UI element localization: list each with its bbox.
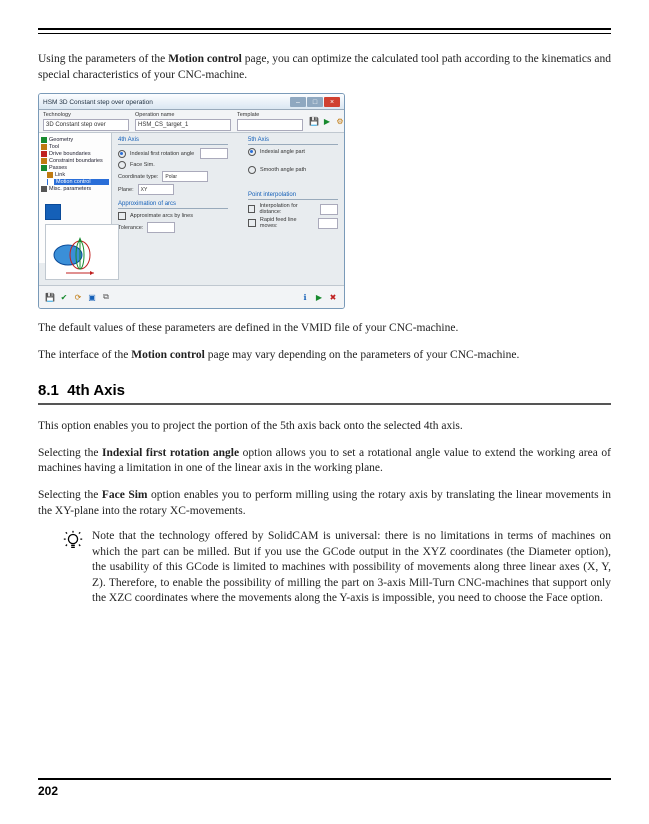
paragraph: The default values of these parameters a…	[38, 321, 611, 337]
top-rule	[38, 28, 611, 34]
label: Technology	[43, 112, 129, 118]
dialog-titlebar: HSM 3D Constant step over operation – □ …	[39, 94, 344, 110]
panel-5th-axis: 5th Axis	[248, 137, 338, 145]
tree-item-motion-control[interactable]: Motion control	[47, 179, 109, 185]
preview-pane	[45, 224, 119, 280]
check-interp-dist[interactable]	[248, 205, 255, 213]
minimize-icon[interactable]: –	[290, 97, 306, 107]
window-buttons: – □ ×	[290, 97, 340, 107]
info-icon[interactable]: ℹ	[300, 292, 310, 302]
text-bold: Face Sim	[102, 489, 148, 501]
lightbulb-icon	[62, 529, 84, 551]
gear-icon[interactable]: ⚙	[335, 116, 345, 126]
text: Selecting the	[38, 447, 102, 459]
maximize-icon[interactable]: □	[307, 97, 323, 107]
paragraph: Selecting the Indexial first rotation an…	[38, 446, 611, 477]
close-icon[interactable]: ×	[324, 97, 340, 107]
save-icon[interactable]: 💾	[45, 292, 55, 302]
tree-item-misc-params[interactable]: Misc. parameters	[41, 186, 109, 192]
text: The interface of the	[38, 349, 131, 361]
angle-input[interactable]	[200, 148, 228, 159]
note-block: Note that the technology offered by Soli…	[62, 529, 611, 607]
panel-4th-axis: 4th Axis	[118, 137, 228, 145]
tree-item-passes[interactable]: Passes	[41, 165, 109, 171]
preview-thumb-icon[interactable]	[45, 204, 61, 220]
cancel-icon[interactable]: ✖	[328, 292, 338, 302]
tree-item-link[interactable]: Link	[47, 172, 109, 178]
play-icon[interactable]: ▶	[322, 116, 332, 126]
coord-combo[interactable]: Polar	[162, 171, 208, 182]
text-bold: Indexial first rotation angle	[102, 447, 239, 459]
text: Selecting the	[38, 489, 102, 501]
text: page may vary depending on the parameter…	[205, 349, 520, 361]
panel-approx: Approximation of arcs	[118, 201, 228, 209]
page-number: 202	[38, 784, 58, 798]
intro-paragraph: Using the parameters of the Motion contr…	[38, 52, 611, 83]
note-text: Note that the technology offered by Soli…	[92, 529, 611, 607]
check-approx[interactable]	[118, 212, 126, 220]
tolerance-input[interactable]	[147, 222, 175, 233]
label: Template	[237, 112, 303, 118]
copy-icon[interactable]: ⧉	[101, 292, 111, 302]
plane-combo[interactable]: XY	[138, 184, 174, 195]
template-combo[interactable]	[237, 119, 303, 131]
radio-5-indexial[interactable]	[248, 148, 256, 156]
rapid-feed-input[interactable]	[318, 218, 338, 229]
operation-name-combo[interactable]: HSM_CS_target_1	[135, 119, 231, 131]
technology-combo[interactable]: 3D Constant step over	[43, 119, 129, 131]
heading-rule	[38, 403, 611, 405]
radio-indexial[interactable]	[118, 150, 126, 158]
settings-panel: 4th Axis Indexial first rotation angle F…	[112, 133, 344, 263]
footer-rule	[38, 778, 611, 780]
section-title: 4th Axis	[67, 382, 125, 399]
tree-item-tool[interactable]: Tool	[41, 144, 109, 150]
interp-dist-input[interactable]	[320, 204, 338, 215]
save-icon[interactable]: 💾	[309, 116, 319, 126]
paragraph: The interface of the Motion control page…	[38, 348, 611, 364]
apply-icon[interactable]: ⟳	[73, 292, 83, 302]
label: Operation name	[135, 112, 231, 118]
section-heading: 8.1 4th Axis	[38, 382, 611, 399]
radio-5-smooth[interactable]	[248, 166, 256, 174]
section-number: 8.1	[38, 382, 59, 399]
dialog-title-text: HSM 3D Constant step over operation	[43, 99, 153, 106]
paragraph: Selecting the Face Sim option enables yo…	[38, 488, 611, 519]
text-bold: Motion control	[131, 349, 205, 361]
paragraph: This option enables you to project the p…	[38, 419, 611, 435]
text: Using the parameters of the	[38, 53, 168, 65]
radio-facesim[interactable]	[118, 161, 126, 169]
tree-item-drive-boundaries[interactable]: Drive boundaries	[41, 151, 109, 157]
document-page: Using the parameters of the Motion contr…	[0, 0, 649, 824]
run-icon[interactable]: ▶	[314, 292, 324, 302]
dialog-footer: 💾 ✔ ⟳ ▣ ⧉ ℹ ▶ ✖	[39, 285, 344, 308]
ok-icon[interactable]: ✔	[59, 292, 69, 302]
check-rapid-feed[interactable]	[248, 219, 256, 227]
tree-item-constraint-boundaries[interactable]: Constraint boundaries	[41, 158, 109, 164]
preview-svg	[46, 225, 118, 279]
text-bold: Motion control	[168, 53, 242, 65]
tree-item-geometry[interactable]: Geometry	[41, 137, 109, 143]
db-icon[interactable]: ▣	[87, 292, 97, 302]
dialog-screenshot: HSM 3D Constant step over operation – □ …	[38, 93, 345, 309]
dialog-toolbar: Technology 3D Constant step over Operati…	[39, 110, 344, 133]
panel-point-interp: Point interpolation	[248, 192, 338, 200]
